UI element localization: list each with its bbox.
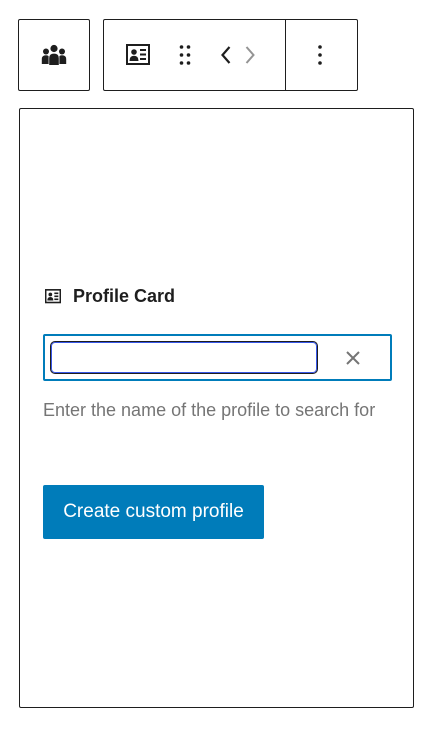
people-group-icon: [19, 20, 89, 90]
chevron-right-icon: [244, 45, 256, 65]
block-title: Profile Card: [45, 285, 175, 307]
profile-card-icon: [126, 44, 150, 66]
close-icon: [342, 351, 364, 373]
more-vertical-icon: [317, 44, 323, 66]
block-title-label: Profile Card: [73, 285, 176, 306]
profile-search-input[interactable]: [50, 341, 318, 374]
profile-card-icon: [45, 288, 61, 304]
profile-search-combobox: [43, 334, 392, 381]
select-parent-button[interactable]: [18, 19, 90, 91]
search-help-text: Enter the name of the profile to search …: [43, 400, 376, 420]
block-toolbar: [103, 19, 358, 91]
chevron-left-icon: [220, 45, 232, 65]
drag-handle-icon: [179, 44, 191, 66]
block-type-button[interactable]: [118, 36, 158, 74]
drag-handle-button[interactable]: [168, 36, 202, 74]
clear-search-button[interactable]: [342, 347, 364, 369]
toolbar-divider: [285, 20, 286, 90]
move-right-button[interactable]: [236, 36, 264, 74]
profile-card-block: Profile Card Enter the name of the profi…: [19, 108, 414, 708]
create-custom-profile-button[interactable]: Create custom profile: [43, 485, 264, 539]
block-options-button[interactable]: [302, 36, 338, 74]
